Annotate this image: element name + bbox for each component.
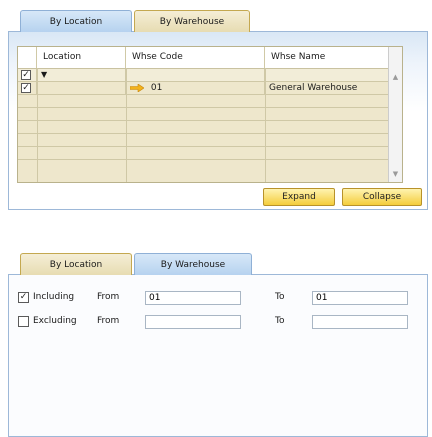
- col-header-select: [18, 47, 37, 68]
- including-from-label: From: [97, 292, 120, 302]
- table-row[interactable]: [18, 108, 402, 121]
- excluding-from-input[interactable]: [145, 315, 241, 329]
- tab-label: By Location: [49, 17, 103, 27]
- collapse-button[interactable]: Collapse: [342, 188, 422, 206]
- location-cell[interactable]: ▼: [37, 69, 126, 81]
- col-header-location[interactable]: Location: [37, 47, 126, 68]
- col-divider: [126, 68, 127, 182]
- excluding-label: Excluding: [33, 316, 77, 326]
- row-checkbox[interactable]: ✓: [21, 83, 31, 93]
- link-arrow-icon[interactable]: [129, 82, 145, 93]
- col-divider: [265, 68, 266, 182]
- tab-by-location[interactable]: By Location: [20, 10, 132, 32]
- excluding-to-label: To: [275, 316, 285, 326]
- including-to-input[interactable]: [312, 291, 408, 305]
- table-row[interactable]: [18, 134, 402, 147]
- excluding-checkbox[interactable]: [18, 316, 29, 327]
- including-checkbox[interactable]: ✓: [18, 292, 29, 303]
- table-row[interactable]: ✓ ▼: [18, 69, 402, 82]
- whse-code-cell[interactable]: [126, 69, 265, 81]
- tab-by-warehouse[interactable]: By Warehouse: [134, 253, 252, 275]
- scroll-down-icon[interactable]: ▼: [389, 168, 402, 180]
- col-header-whse-name[interactable]: Whse Name: [265, 47, 390, 68]
- vertical-scrollbar[interactable]: ▲ ▼: [388, 47, 402, 182]
- warehouse-grid: Location Whse Code Whse Name ✓ ▼ ✓ 01 Ge…: [17, 46, 403, 183]
- row-checkbox[interactable]: ✓: [21, 70, 31, 80]
- col-header-whse-code[interactable]: Whse Code: [126, 47, 265, 68]
- scroll-up-icon[interactable]: ▲: [389, 71, 402, 83]
- location-cell[interactable]: [37, 82, 126, 94]
- location-panel: By Location By Warehouse Location Whse C…: [8, 10, 428, 210]
- grid-header: Location Whse Code Whse Name: [18, 47, 402, 69]
- expand-button[interactable]: Expand: [263, 188, 335, 206]
- tab-label: By Location: [49, 260, 103, 270]
- tab-content: ✓ Including From To Excluding From To: [8, 274, 428, 437]
- whse-name-cell: General Warehouse: [265, 82, 390, 94]
- table-row[interactable]: [18, 147, 402, 160]
- tab-label: By Warehouse: [159, 17, 225, 27]
- table-row[interactable]: [18, 160, 402, 173]
- tab-label: By Warehouse: [160, 260, 226, 270]
- including-label: Including: [33, 292, 75, 302]
- col-divider: [37, 68, 38, 182]
- tab-by-location[interactable]: By Location: [20, 253, 132, 275]
- dropdown-triangle-icon[interactable]: ▼: [41, 70, 47, 79]
- tab-content: Location Whse Code Whse Name ✓ ▼ ✓ 01 Ge…: [8, 31, 428, 210]
- tab-by-warehouse[interactable]: By Warehouse: [134, 10, 250, 32]
- row-select-cell[interactable]: ✓: [18, 82, 37, 94]
- whse-code-cell[interactable]: 01: [126, 82, 265, 94]
- including-from-input[interactable]: [145, 291, 241, 305]
- table-row[interactable]: [18, 95, 402, 108]
- table-row[interactable]: ✓ 01 General Warehouse: [18, 82, 402, 95]
- table-row[interactable]: [18, 121, 402, 134]
- warehouse-panel: By Location By Warehouse ✓ Including Fro…: [8, 253, 428, 437]
- including-to-label: To: [275, 292, 285, 302]
- whse-code-value: 01: [150, 83, 163, 93]
- whse-name-cell: [265, 69, 390, 81]
- row-select-cell[interactable]: ✓: [18, 69, 37, 81]
- excluding-to-input[interactable]: [312, 315, 408, 329]
- excluding-from-label: From: [97, 316, 120, 326]
